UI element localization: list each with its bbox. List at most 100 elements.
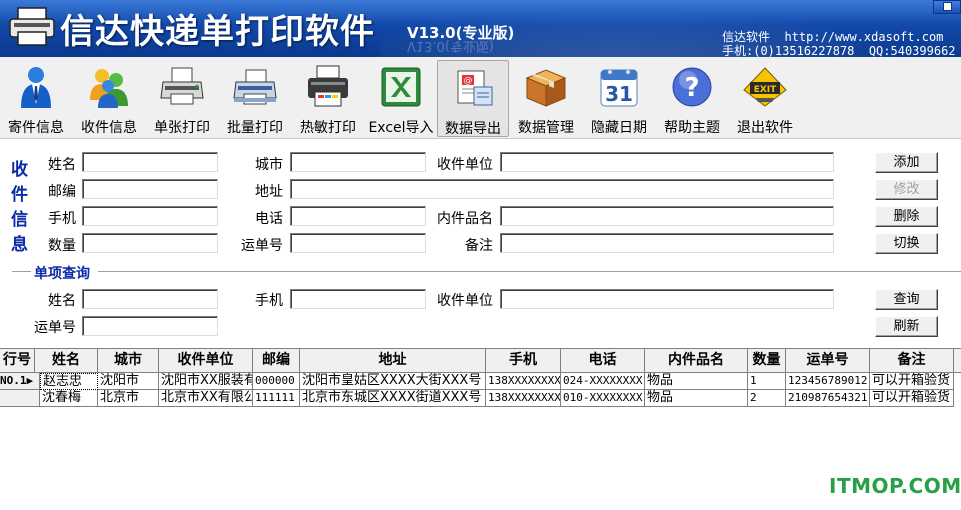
recipient-side-label-1: 收 (11, 160, 28, 180)
toolbar-exit-button[interactable]: EXIT 退出软件 (729, 60, 801, 137)
grid-header-row-number[interactable]: 行号 (0, 349, 35, 373)
table-cell[interactable]: 123456789012 (786, 373, 870, 390)
table-cell[interactable]: 沈阳市皇姑区XXXX大街XXX号 (300, 373, 486, 390)
phone-field[interactable] (290, 206, 426, 226)
grid-header-name[interactable]: 姓名 (35, 349, 98, 373)
waybill-field[interactable] (290, 233, 426, 253)
toolbar-label: 单张打印 (154, 120, 210, 136)
address-label: 地址 (255, 184, 283, 200)
recipients-users-icon (90, 69, 128, 108)
query-button[interactable]: 查询 (875, 289, 938, 310)
query-name-field[interactable] (82, 289, 218, 309)
toolbar-label: 热敏打印 (300, 120, 356, 136)
query-mobile-field[interactable] (290, 289, 426, 309)
toolbar-recipient-info-button[interactable]: 收件信息 (73, 60, 145, 137)
app-title: 信达快递单打印软件 (60, 12, 375, 52)
mobile-field[interactable] (82, 206, 218, 226)
table-cell[interactable]: 010-XXXXXXXX (561, 390, 645, 407)
table-cell[interactable]: 沈阳市 (98, 373, 159, 390)
zip-field[interactable] (82, 179, 218, 199)
table-cell[interactable]: 2 (748, 390, 786, 407)
toolbar-data-export-button[interactable]: @ 数据导出 (437, 60, 509, 137)
name-label: 姓名 (48, 157, 76, 173)
toolbar-data-management-button[interactable]: 数据管理 (510, 60, 582, 137)
query-unit-field[interactable] (500, 289, 834, 309)
recipient-unit-field[interactable] (500, 152, 834, 172)
toolbar-single-print-button[interactable]: 单张打印 (146, 60, 218, 137)
delete-button[interactable]: 删除 (875, 206, 938, 227)
zip-label: 邮编 (48, 184, 76, 200)
city-label: 城市 (255, 157, 283, 173)
item-name-field[interactable] (500, 206, 834, 226)
address-field[interactable] (290, 179, 834, 199)
grid-header-filler (954, 349, 961, 373)
grid-header-zip[interactable]: 邮编 (253, 349, 300, 373)
name-field[interactable] (82, 152, 218, 172)
toolbar-help-button[interactable]: ? 帮助主题 (656, 60, 728, 137)
query-section-title: 单项查询 (34, 266, 90, 282)
query-unit-label: 收件单位 (437, 293, 493, 309)
city-field[interactable] (290, 152, 426, 172)
grid-header-address[interactable]: 地址 (300, 349, 486, 373)
help-icon: ? (672, 67, 712, 107)
table-cell[interactable]: 1 (748, 373, 786, 390)
table-cell[interactable]: 可以开箱验货 (870, 390, 954, 407)
table-cell[interactable]: 024-XXXXXXXX (561, 373, 645, 390)
grid-header-phone[interactable]: 电话 (561, 349, 645, 373)
table-cell[interactable]: 北京市东城区XXXX街道XXX号 (300, 390, 486, 407)
note-field[interactable] (500, 233, 834, 253)
table-row-header[interactable]: NO.1▶ (0, 373, 40, 390)
window-control-button[interactable] (933, 0, 961, 14)
svg-text:?: ? (684, 73, 699, 103)
title-bar: 信达快递单打印软件 V13.0(专业版) V13.0(专业版) 信达软件 htt… (0, 0, 961, 57)
grid-header-item[interactable]: 内件品名 (645, 349, 748, 373)
query-separator (98, 271, 961, 273)
row-number: NO.1 (0, 374, 27, 387)
toolbar-hide-date-button[interactable]: 31 隐藏日期 (583, 60, 655, 137)
table-cell[interactable]: 物品 (645, 390, 748, 407)
refresh-button[interactable]: 刷新 (875, 316, 938, 337)
waybill-label: 运单号 (241, 238, 283, 254)
table-cell[interactable]: 111111 (253, 390, 300, 407)
recipient-unit-label: 收件单位 (437, 157, 493, 173)
query-name-label: 姓名 (48, 293, 76, 309)
contact-info: 手机:(0)13516227878 QQ:540399662 (722, 44, 956, 57)
grid-header-waybill[interactable]: 运单号 (786, 349, 870, 373)
table-cell[interactable]: 物品 (645, 373, 748, 390)
toolbar-sender-info-button[interactable]: 寄件信息 (0, 60, 72, 137)
table-cell[interactable]: 可以开箱验货 (870, 373, 954, 390)
batch-printer-icon (233, 69, 277, 105)
table-cell[interactable]: 北京市 (98, 390, 159, 407)
box-icon (525, 69, 567, 107)
toolbar-thermal-print-button[interactable]: 热敏打印 (292, 60, 364, 137)
quantity-label: 数量 (48, 238, 76, 254)
records-grid: 行号 姓名 城市 收件单位 邮编 地址 手机 电话 内件品名 数量 运单号 备注… (0, 348, 961, 510)
exit-sign-text: EXIT (754, 85, 777, 95)
table-cell[interactable]: 000000 (253, 373, 300, 390)
grid-header-unit[interactable]: 收件单位 (159, 349, 253, 373)
table-cell[interactable]: 赵志忠 (40, 373, 98, 390)
table-cell[interactable]: 沈阳市XX服装有 (159, 373, 253, 390)
toolbar-excel-import-button[interactable]: Excel导入 (365, 60, 437, 137)
svg-text:@: @ (464, 76, 473, 86)
calendar-icon: 31 (600, 69, 638, 107)
watermark: ITMOP.COM (829, 474, 961, 498)
table-cell[interactable]: 北京市XX有限公 (159, 390, 253, 407)
table-cell[interactable]: 沈春梅 (40, 390, 98, 407)
switch-button[interactable]: 切换 (875, 233, 938, 254)
table-cell[interactable]: 138XXXXXXXX (486, 390, 561, 407)
table-cell[interactable]: 210987654321 (786, 390, 870, 407)
toolbar-label: 收件信息 (81, 120, 137, 136)
window-control-icon (943, 2, 952, 11)
modify-button[interactable]: 修改 (875, 179, 938, 200)
toolbar-batch-print-button[interactable]: 批量打印 (219, 60, 291, 137)
quantity-field[interactable] (82, 233, 218, 253)
grid-header-city[interactable]: 城市 (98, 349, 159, 373)
grid-header-note[interactable]: 备注 (870, 349, 954, 373)
table-cell[interactable]: 138XXXXXXXX (486, 373, 561, 390)
grid-header-quantity[interactable]: 数量 (748, 349, 786, 373)
add-button[interactable]: 添加 (875, 152, 938, 173)
table-row-header[interactable] (0, 390, 40, 407)
query-waybill-field[interactable] (82, 316, 218, 336)
grid-header-mobile[interactable]: 手机 (486, 349, 561, 373)
